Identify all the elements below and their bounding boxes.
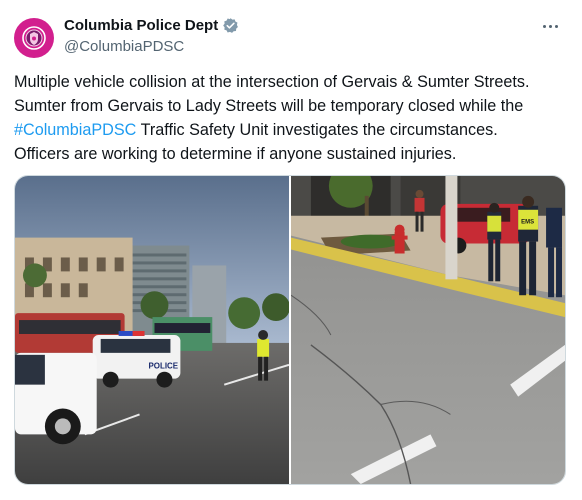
avatar[interactable] xyxy=(14,18,54,58)
tweet-text-line: Multiple vehicle collision at the inters… xyxy=(14,73,530,91)
photo-street-scene[interactable]: POLICE xyxy=(15,176,289,484)
tweet-text-line: Officers are working to determine if any… xyxy=(14,145,457,163)
display-name[interactable]: Columbia Police Dept xyxy=(64,17,218,34)
tweet-text: Multiple vehicle collision at the inters… xyxy=(14,70,570,166)
police-badge-icon xyxy=(22,26,46,50)
tweet-text-line: Sumter from Gervais to Lady Streets will… xyxy=(14,97,524,115)
tweet-card: Columbia Police Dept @ColumbiaPDSC Multi… xyxy=(0,0,582,500)
police-text: POLICE xyxy=(149,362,179,371)
media-grid: POLICE EMS xyxy=(14,175,566,485)
hashtag-link[interactable]: #ColumbiaPDSC xyxy=(14,121,136,139)
photo-curb-scene[interactable]: EMS xyxy=(291,176,565,484)
tweet-text-fragment: Traffic Safety Unit investigates the cir… xyxy=(136,121,498,139)
more-options-icon[interactable] xyxy=(538,14,562,38)
tweet-text-line: #ColumbiaPDSC Traffic Safety Unit invest… xyxy=(14,118,570,142)
verified-badge-icon[interactable] xyxy=(222,17,239,34)
account-handle[interactable]: @ColumbiaPDSC xyxy=(64,38,184,55)
ems-text: EMS xyxy=(521,220,534,226)
